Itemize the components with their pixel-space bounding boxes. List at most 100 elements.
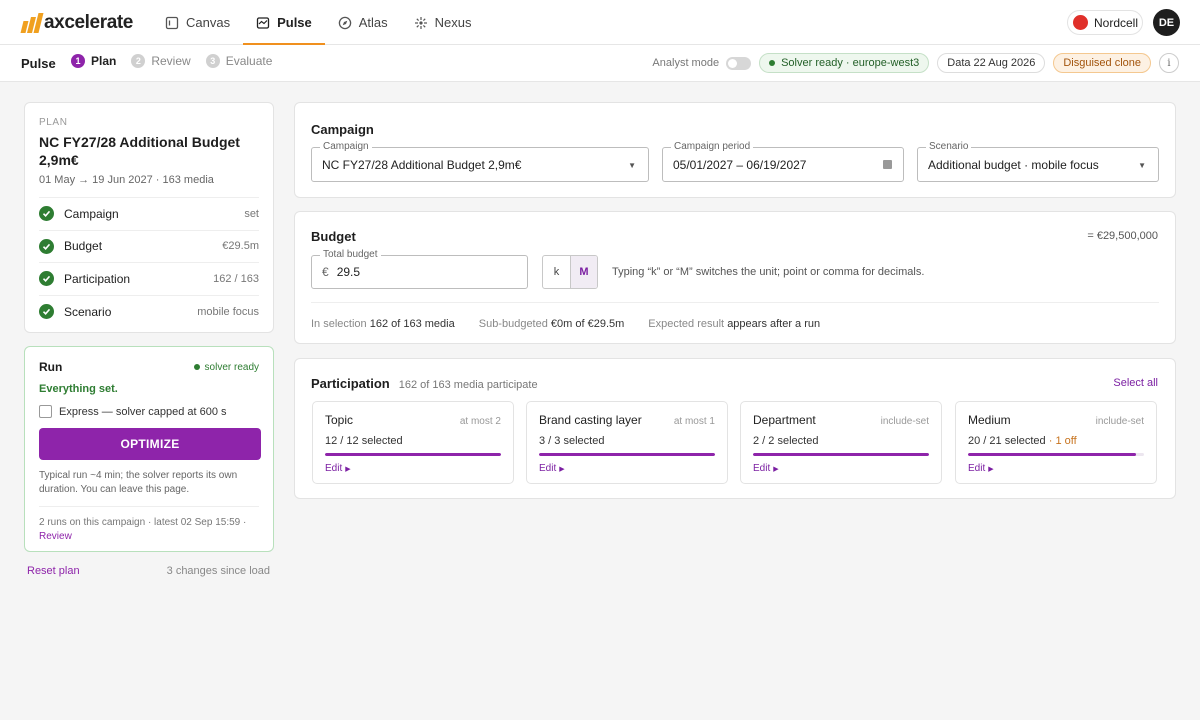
dimension-selected-count: 3 / 3 selected (539, 435, 605, 447)
plan-item-value: 162 / 163 (213, 272, 259, 285)
dimension-card-brand-casting-layer: Brand casting layer at most 1 3 / 3 selec… (526, 401, 728, 484)
check-icon (39, 271, 54, 287)
scenario-select-label: Scenario (926, 141, 972, 152)
plan-item-value: mobile focus (197, 305, 259, 318)
participation-title: Participation (311, 376, 390, 391)
plan-item-campaign[interactable]: Campaign set (39, 198, 259, 231)
caret-right-icon: ▶ (773, 466, 779, 473)
scenario-select[interactable]: Scenario Additional budget · mobile focu… (917, 141, 1159, 182)
info-button[interactable]: i (1159, 53, 1179, 73)
plan-footer: Reset plan 3 changes since load (27, 565, 270, 577)
dimension-selected: 12 / 12 selected (325, 435, 501, 447)
org-switcher[interactable]: Nordcell (1067, 10, 1143, 35)
dimension-selected-count: 12 / 12 selected (325, 435, 403, 447)
reset-plan-link[interactable]: Reset plan (27, 565, 80, 577)
pulse-icon (256, 16, 270, 29)
select-all-link[interactable]: Select all (1113, 377, 1158, 389)
unit-k-button[interactable]: k (543, 256, 570, 288)
review-link[interactable]: Review (39, 531, 72, 542)
run-title: Run (39, 360, 63, 374)
top-bar: axcelerate Canvas Pulse Atlas Nexus Nord… (0, 0, 1200, 45)
nav-pulse[interactable]: Pulse (243, 0, 325, 45)
stat-value: appears after a run (727, 318, 821, 330)
analyst-mode-label: Analyst mode (652, 57, 720, 69)
edit-label: Edit (539, 463, 557, 474)
user-avatar[interactable]: DE (1153, 9, 1180, 36)
nav-atlas[interactable]: Atlas (325, 0, 401, 45)
sub-bar: Pulse 1 Plan 2 Review 3 Evaluate Analyst… (0, 45, 1200, 82)
plan-item-label: Scenario (64, 304, 112, 319)
dimension-selected-count: 20 / 21 selected (968, 435, 1046, 447)
main-nav: Canvas Pulse Atlas Nexus (165, 0, 485, 45)
express-checkbox[interactable] (39, 405, 52, 418)
plan-item-scenario[interactable]: Scenario mobile focus (39, 296, 259, 329)
stat-label: Expected result (648, 318, 725, 330)
dimension-edit-button[interactable]: Edit ▶ (753, 463, 929, 474)
dimension-card-topic: Topic at most 2 12 / 12 selected Edit ▶ (312, 401, 514, 484)
step-review[interactable]: 2 Review (131, 54, 191, 68)
divider (311, 302, 1159, 303)
status-dot-icon (193, 364, 200, 370)
plan-item-value: set (244, 207, 259, 220)
campaign-card: Campaign Campaign NC FY27/28 Additional … (294, 102, 1176, 198)
plan-item-budget[interactable]: Budget €29.5m (39, 231, 259, 263)
nav-canvas[interactable]: Canvas (165, 0, 243, 45)
run-status-text: solver ready (204, 361, 259, 373)
step-review-label: Review (151, 54, 191, 68)
data-date-badge: Data 22 Aug 2026 (937, 53, 1046, 73)
step-evaluate-label: Evaluate (225, 54, 273, 68)
analyst-mode-toggle[interactable] (726, 56, 752, 70)
campaign-select[interactable]: Campaign NC FY27/28 Additional Budget 2,… (311, 141, 649, 182)
run-note: Typical run ~4 min; the solver reports i… (39, 470, 238, 495)
plan-kicker: PLAN (39, 117, 68, 128)
solver-ready-badge: solver ready (193, 361, 259, 373)
step-evaluate[interactable]: 3 Evaluate (205, 54, 273, 68)
dimension-selected: 20 / 21 selected · 1 off (968, 435, 1144, 447)
step-plan-label: Plan (91, 54, 117, 68)
campaign-period-field[interactable]: Campaign period 05/01/2027 – 06/19/2027 (662, 141, 904, 182)
app-logo[interactable]: axcelerate (20, 12, 133, 34)
unit-m-button[interactable]: M (570, 256, 597, 288)
scenario-select-value: Additional budget · mobile focus (928, 157, 1099, 172)
chevron-down-icon: ▼ (628, 161, 636, 170)
nav-nexus[interactable]: Nexus (401, 0, 485, 45)
check-icon (39, 238, 54, 254)
plan-item-participation[interactable]: Participation 162 / 163 (39, 263, 259, 296)
dimension-edit-button[interactable]: Edit ▶ (325, 463, 501, 474)
stat-value: €0m of €29.5m (550, 318, 625, 330)
total-budget-input[interactable]: Total budget € 29.5 (311, 249, 528, 289)
dimension-name: Brand casting layer (539, 413, 642, 427)
dimension-card-department: Department include-set 2 / 2 selected Edi… (740, 401, 942, 484)
stat-expected: Expected result appears after a run (648, 318, 820, 330)
org-name: Nordcell (1094, 15, 1139, 30)
unit-hint: Typing “k” or “M” switches the unit; poi… (612, 266, 925, 278)
dimension-edit-button[interactable]: Edit ▶ (968, 463, 1144, 474)
nav-canvas-label: Canvas (186, 15, 231, 30)
dimension-edit-button[interactable]: Edit ▶ (539, 463, 715, 474)
solver-status-text: Solver ready · europe-west3 (781, 57, 920, 69)
caret-right-icon: ▶ (345, 466, 351, 473)
dimension-progress (753, 453, 929, 456)
run-history: 2 runs on this campaign · latest 02 Sep … (39, 506, 259, 544)
caret-right-icon: ▶ (988, 466, 994, 473)
calendar-icon[interactable] (883, 160, 892, 169)
section-title: Pulse (21, 56, 56, 71)
optimize-button[interactable]: OPTIMIZE (39, 428, 261, 460)
dimension-progress-fill (968, 453, 1136, 456)
dimension-rule: include-set (1095, 416, 1144, 427)
dimension-rule: at most 1 (673, 416, 715, 427)
step-plan[interactable]: 1 Plan (71, 54, 116, 68)
dimension-card-medium: Medium include-set 20 / 21 selected · 1 o… (955, 401, 1157, 484)
edit-label: Edit (968, 463, 986, 474)
total-budget-label: Total budget (320, 249, 381, 260)
participation-card: Participation 162 of 163 media participa… (294, 358, 1176, 499)
stat-value: 162 of 163 media (369, 318, 455, 330)
dimension-selected-count: 2 / 2 selected (753, 435, 819, 447)
budget-stats: In selection 162 of 163 media Sub-budget… (311, 318, 820, 330)
caret-right-icon: ▶ (559, 466, 565, 473)
express-option[interactable]: Express — solver capped at 600 s (39, 405, 259, 418)
unit-toggle: k M (542, 255, 598, 289)
compass-icon (338, 16, 352, 29)
stat-subbudget: Sub-budgeted €0m of €29.5m (479, 318, 625, 330)
nav-nexus-label: Nexus (434, 15, 472, 30)
